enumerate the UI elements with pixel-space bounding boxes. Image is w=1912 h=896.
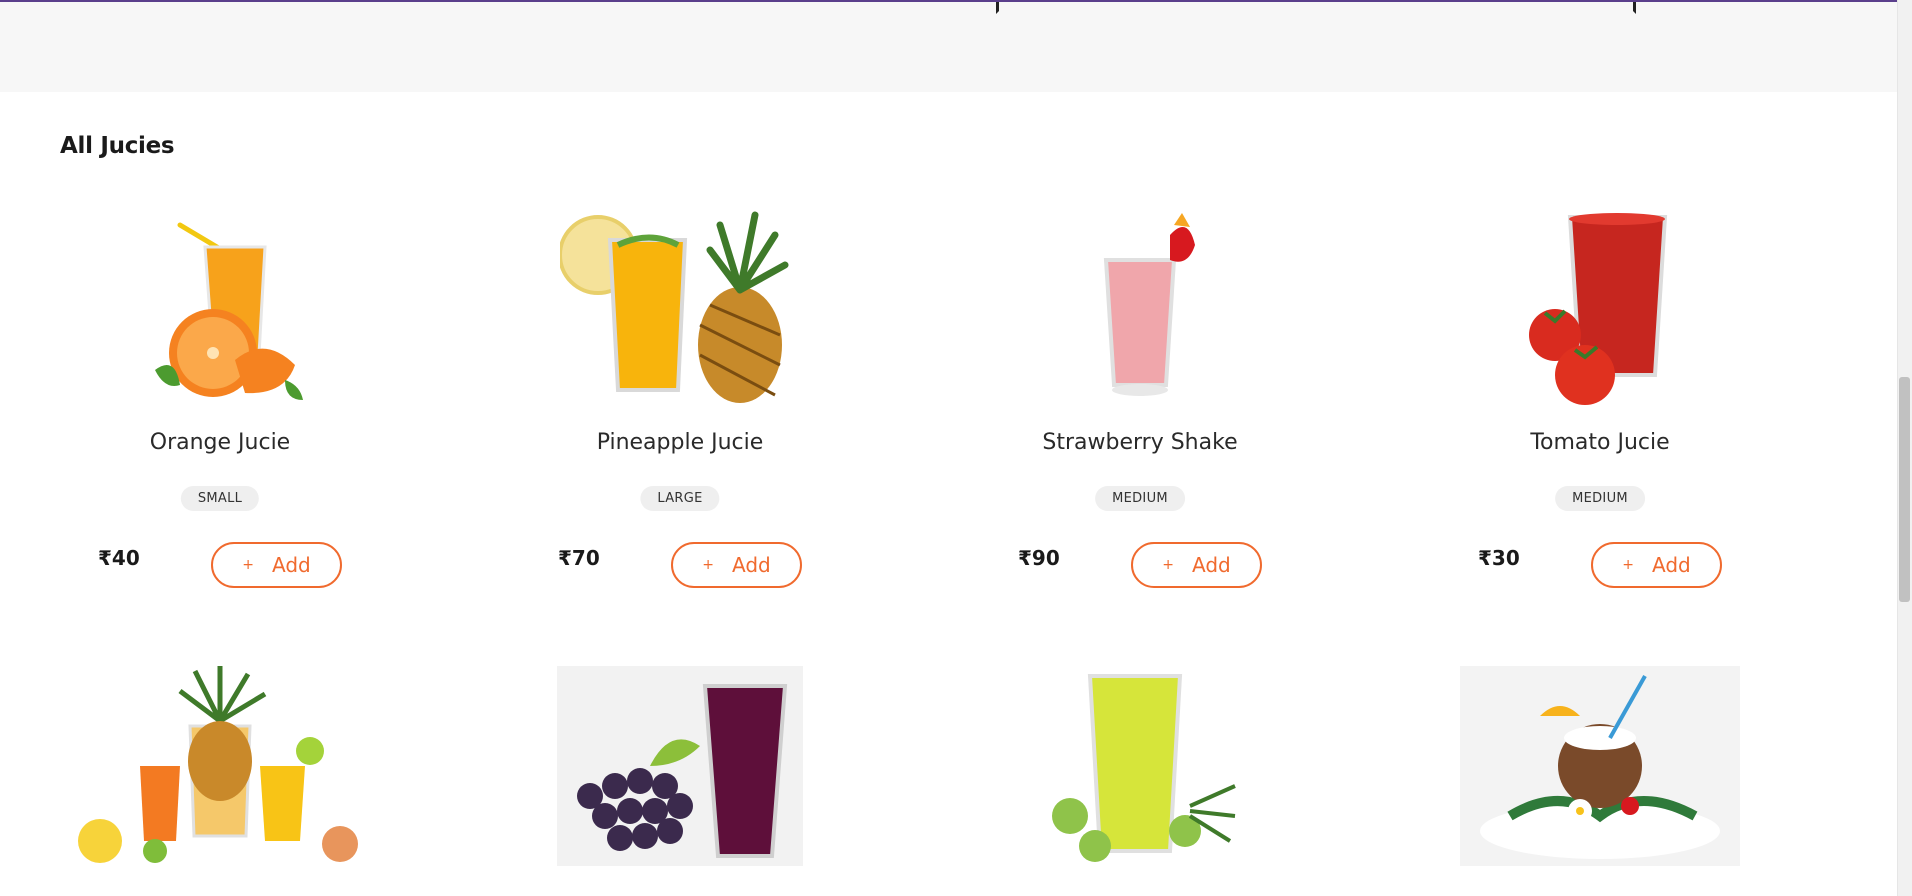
- strawberry-shake-image: [980, 200, 1300, 410]
- scrollbar-thumb[interactable]: [1899, 377, 1910, 602]
- section-title: All Jucies: [60, 133, 175, 159]
- plus-icon: +: [242, 557, 254, 573]
- product-card-grape: [520, 666, 840, 896]
- product-price: ₹70: [558, 546, 600, 570]
- product-price: ₹90: [1018, 546, 1060, 570]
- plus-icon: +: [1162, 557, 1174, 573]
- add-button[interactable]: + Add: [211, 542, 342, 588]
- size-badge: MEDIUM: [1555, 486, 1645, 511]
- product-card-tomato: Tomato Jucie MEDIUM ₹30 + Add: [1440, 200, 1760, 600]
- coconut-drink-image: [1460, 666, 1740, 866]
- size-badge: SMALL: [180, 486, 260, 511]
- pineapple-juice-image: [520, 200, 840, 410]
- grape-juice-image: [557, 666, 803, 866]
- hero-decoration-left: [996, 2, 1004, 14]
- product-price: ₹30: [1478, 546, 1520, 570]
- tomato-juice-image: [1440, 200, 1760, 410]
- product-price: ₹40: [98, 546, 140, 570]
- hero-band: [0, 0, 1897, 92]
- add-button-label: Add: [1652, 553, 1691, 577]
- add-button[interactable]: + Add: [1591, 542, 1722, 588]
- product-card-gooseberry: [980, 666, 1300, 896]
- add-button-label: Add: [732, 553, 771, 577]
- product-name: Pineapple Jucie: [596, 430, 764, 455]
- mixed-fruit-juice-image: [60, 666, 380, 866]
- product-card-mixed-fruit: [60, 666, 380, 896]
- add-button-label: Add: [1192, 553, 1231, 577]
- scrollbar[interactable]: [1897, 0, 1912, 896]
- plus-icon: +: [1622, 557, 1634, 573]
- product-name: Strawberry Shake: [1042, 430, 1238, 455]
- product-name: Tomato Jucie: [1530, 430, 1670, 455]
- product-card-coconut: [1440, 666, 1760, 896]
- orange-juice-image: [60, 200, 380, 410]
- size-badge: LARGE: [640, 486, 720, 511]
- add-button-label: Add: [272, 553, 311, 577]
- product-name: Orange Jucie: [149, 430, 291, 455]
- product-card-pineapple: Pineapple Jucie LARGE ₹70 + Add: [520, 200, 840, 600]
- product-card-orange: Orange Jucie SMALL ₹40 + Add: [60, 200, 380, 600]
- add-button[interactable]: + Add: [1131, 542, 1262, 588]
- hero-decoration-right: [1628, 2, 1636, 14]
- add-button[interactable]: + Add: [671, 542, 802, 588]
- page: All Jucies Orange Jucie SMALL ₹40 + Add …: [0, 0, 1912, 896]
- product-card-strawberry: Strawberry Shake MEDIUM ₹90 + Add: [980, 200, 1300, 600]
- plus-icon: +: [702, 557, 714, 573]
- green-juice-image: [980, 666, 1300, 866]
- size-badge: MEDIUM: [1095, 486, 1185, 511]
